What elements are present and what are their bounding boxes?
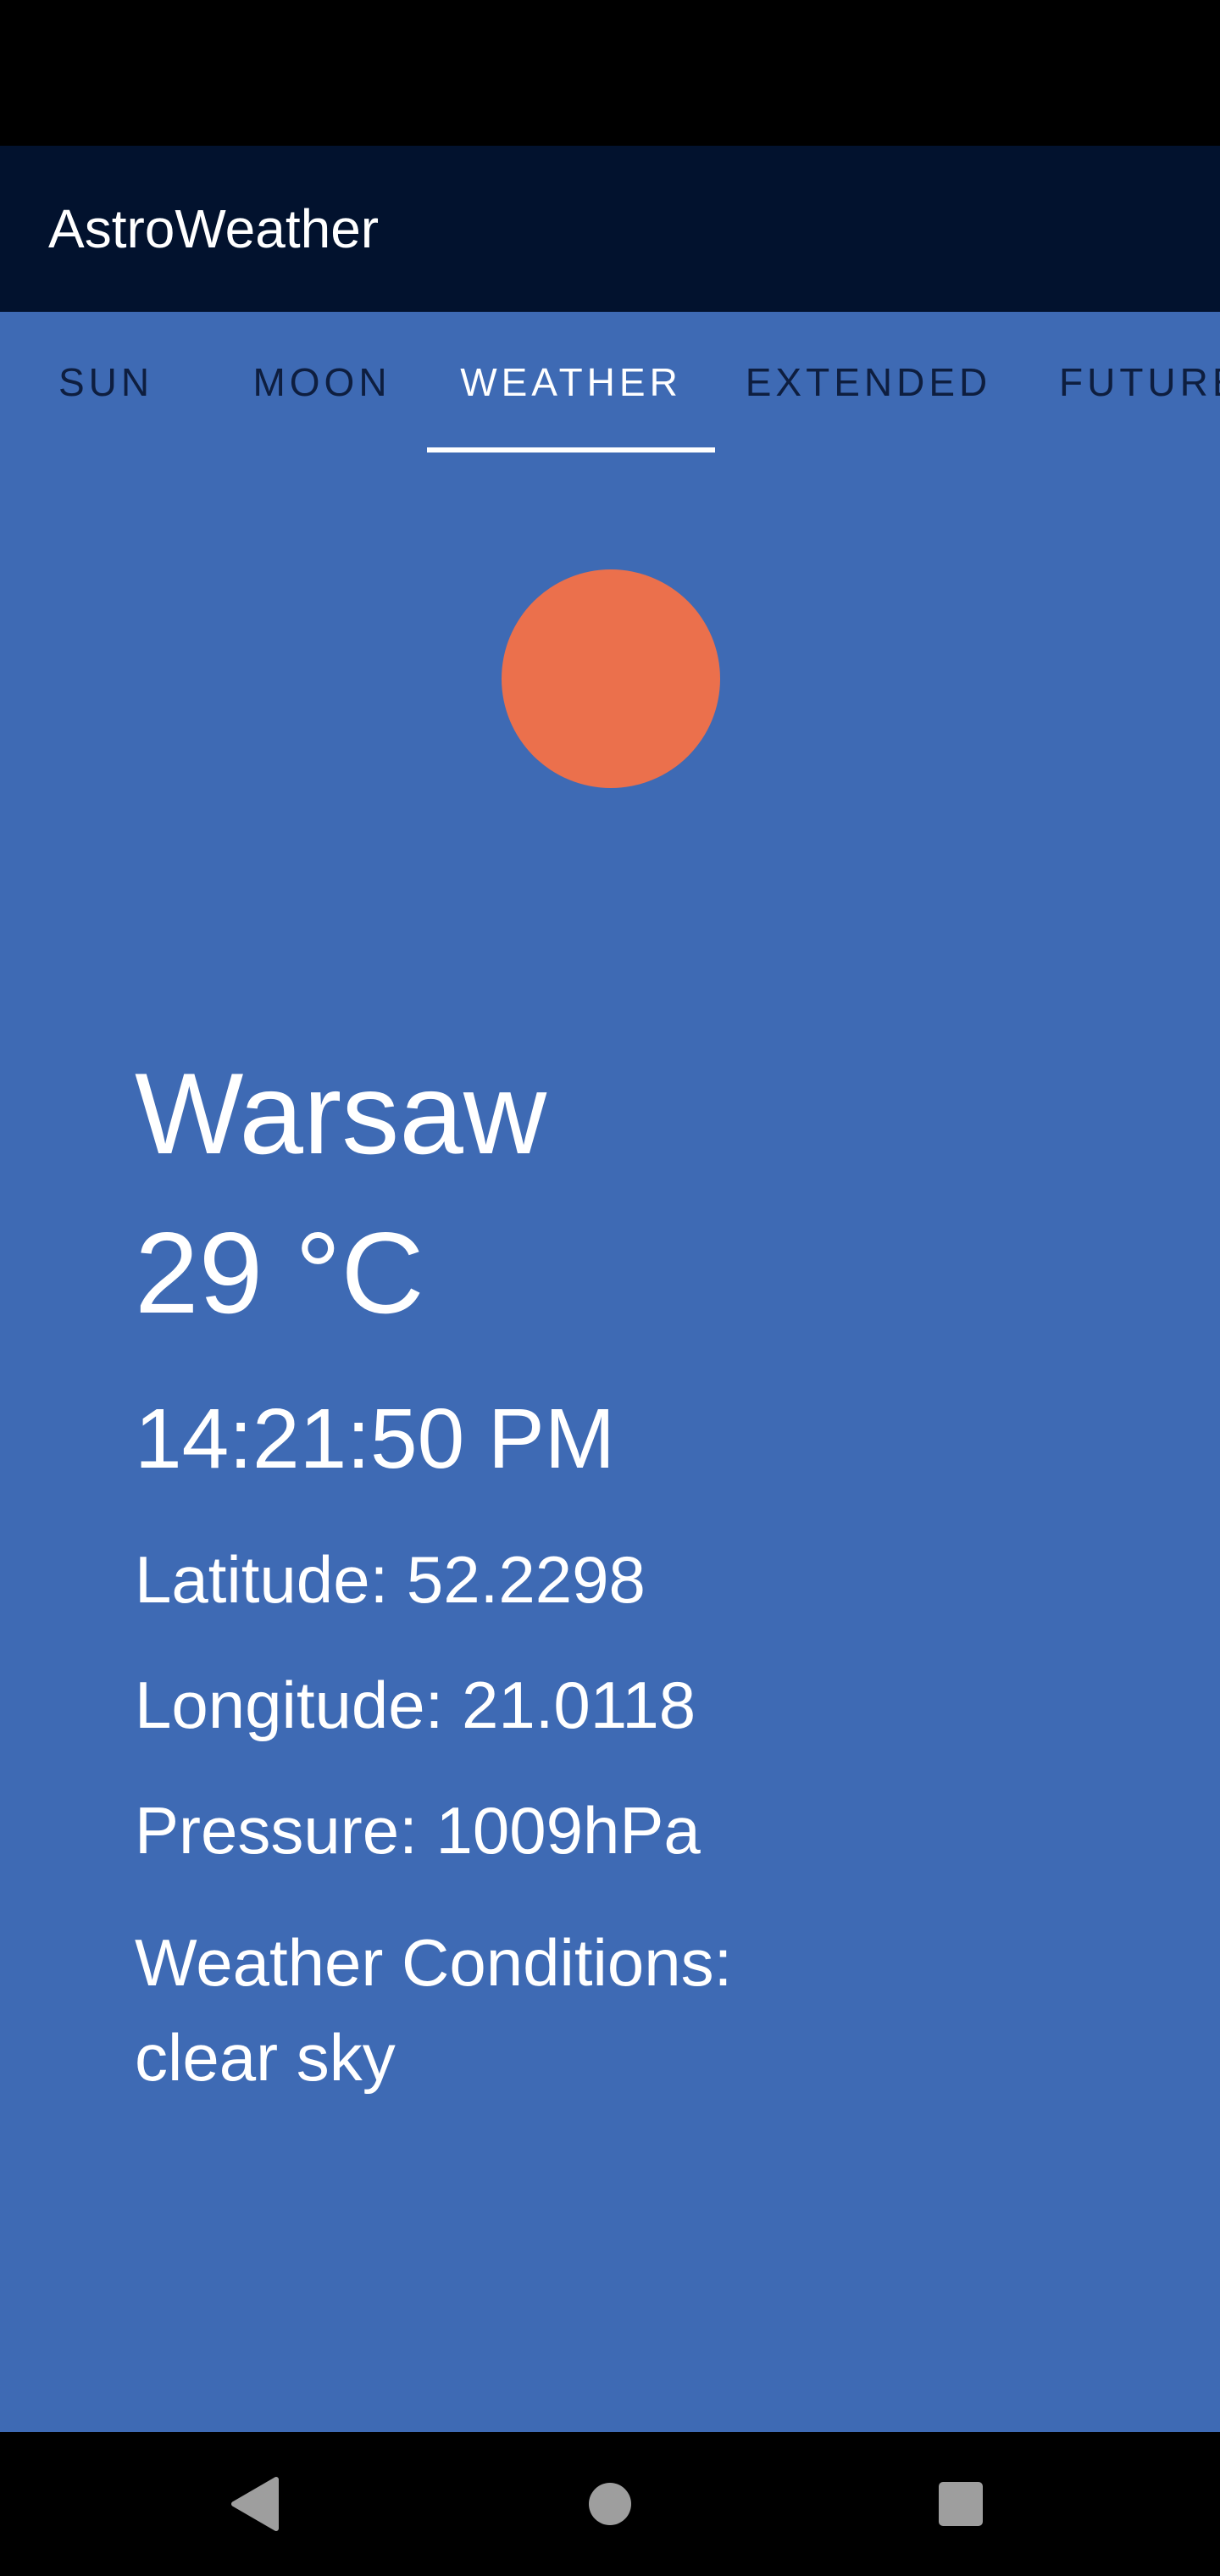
tab-weather[interactable]: WEATHER — [427, 312, 715, 452]
weather-conditions-value: clear sky — [135, 2020, 396, 2095]
back-triangle-icon — [231, 2477, 279, 2531]
longitude: Longitude: 21.0118 — [135, 1668, 696, 1742]
navigation-bar — [0, 2432, 1220, 2576]
tab-future[interactable]: FUTURE — [1059, 312, 1220, 452]
tab-bar: SUN MOON WEATHER EXTENDED FUTURE — [0, 312, 1220, 452]
latitude: Latitude: 52.2298 — [135, 1542, 646, 1617]
weather-content: Warsaw 29 °C 14:21:50 PM Latitude: 52.22… — [0, 452, 1220, 2432]
app-bar: AstroWeather — [0, 146, 1220, 312]
pressure: Pressure: 1009hPa — [135, 1793, 701, 1868]
home-button[interactable] — [559, 2432, 661, 2576]
tab-moon[interactable]: MOON — [237, 312, 407, 452]
weather-conditions: Weather Conditions: clear sky — [135, 1915, 732, 2105]
current-time: 14:21:50 PM — [135, 1391, 616, 1486]
weather-conditions-label: Weather Conditions: — [135, 1925, 733, 2000]
back-button[interactable] — [203, 2432, 305, 2576]
recents-button[interactable] — [910, 2432, 1012, 2576]
temperature: 29 °C — [135, 1208, 424, 1337]
recents-square-icon — [939, 2482, 983, 2526]
app-title: AstroWeather — [48, 198, 380, 259]
sun-icon — [502, 569, 720, 788]
home-circle-icon — [589, 2483, 631, 2525]
status-bar — [0, 0, 1220, 146]
tab-extended[interactable]: EXTENDED — [737, 312, 1000, 452]
city-name: Warsaw — [135, 1049, 547, 1178]
tab-sun[interactable]: SUN — [34, 312, 178, 452]
